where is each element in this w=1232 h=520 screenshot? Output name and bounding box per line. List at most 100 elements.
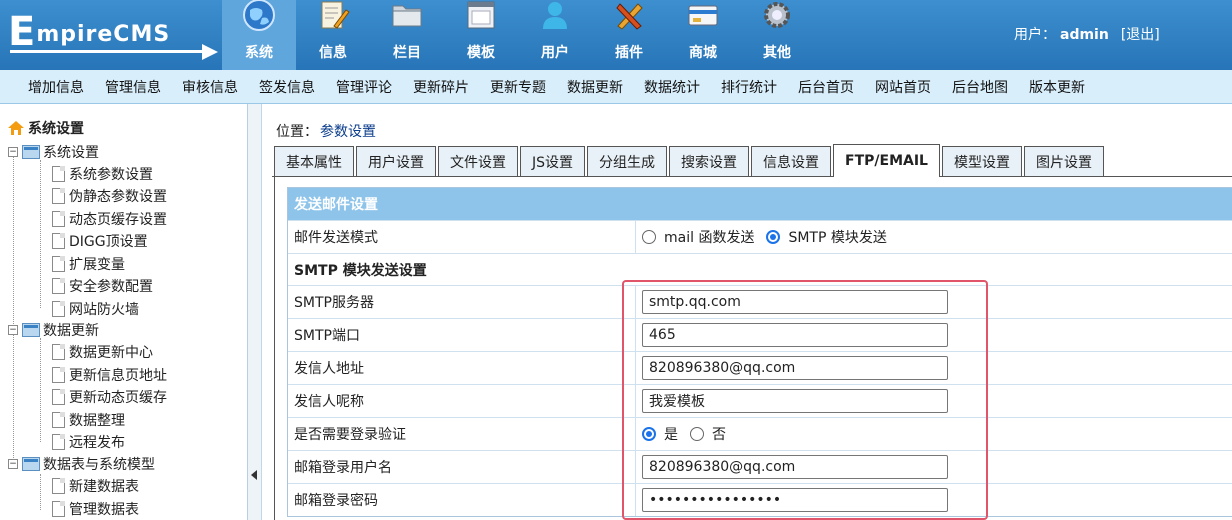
- tab-group-gen[interactable]: 分组生成: [587, 146, 668, 176]
- settings-tabs: 基本属性 用户设置 文件设置 JS设置 分组生成 搜索设置 信息设置 FTP/E…: [274, 144, 1106, 177]
- collapse-toggle-icon[interactable]: −: [8, 325, 18, 335]
- tab-image[interactable]: 图片设置: [1023, 146, 1104, 176]
- tree-item-update-center[interactable]: 数据更新中心: [52, 342, 153, 362]
- card-icon: [686, 0, 720, 32]
- submenu-data-update[interactable]: 数据更新: [567, 77, 623, 97]
- tree-folder-data-tables[interactable]: − 数据表与系统模型: [8, 454, 155, 474]
- home-icon: [8, 121, 24, 135]
- smtp-server-row: SMTP服务器 smtp.qq.com: [288, 285, 1232, 318]
- submenu-manage-comments[interactable]: 管理评论: [336, 77, 392, 97]
- folder-icon: [390, 0, 424, 32]
- sidebar-collapse-bar[interactable]: [248, 104, 262, 520]
- mail-username-row: 邮箱登录用户名 820896380@qq.com: [288, 450, 1232, 483]
- document-icon: [52, 256, 65, 272]
- gear-icon: [760, 0, 794, 32]
- user-icon: [538, 0, 572, 32]
- sender-nickname-input[interactable]: 我爱模板: [642, 389, 948, 413]
- tree-item-data-tidy[interactable]: 数据整理: [52, 410, 125, 430]
- auth-yes-radio[interactable]: [642, 427, 656, 441]
- tab-user[interactable]: 用户设置: [356, 146, 436, 176]
- empirecms-logo[interactable]: EmpireCMS: [8, 10, 218, 60]
- folder-window-icon: [22, 323, 40, 337]
- breadcrumb-current[interactable]: 参数设置: [320, 124, 376, 140]
- tree-root[interactable]: 系统设置: [8, 118, 84, 138]
- tree-item-new-table[interactable]: 新建数据表: [52, 476, 139, 496]
- document-icon: [52, 278, 65, 294]
- mail-password-row: 邮箱登录密码 ••••••••••••••••: [288, 483, 1232, 516]
- nav-template[interactable]: 模板: [444, 0, 518, 70]
- tree-item-digg-settings[interactable]: DIGG顶设置: [52, 231, 148, 251]
- nav-shop[interactable]: 商城: [666, 0, 740, 70]
- username: admin: [1060, 27, 1109, 43]
- document-icon: [52, 344, 65, 360]
- document-icon: [52, 434, 65, 450]
- tab-search[interactable]: 搜索设置: [669, 146, 750, 176]
- smtp-module-radio[interactable]: [766, 230, 781, 244]
- submenu-rank-stats[interactable]: 排行统计: [721, 77, 777, 97]
- tree-folder-system-settings[interactable]: − 系统设置: [8, 142, 99, 162]
- submenu-admin-home[interactable]: 后台首页: [798, 77, 854, 97]
- sender-address-input[interactable]: 820896380@qq.com: [642, 356, 948, 380]
- tree-folder-data-update[interactable]: − 数据更新: [8, 320, 99, 340]
- document-icon: [52, 367, 65, 383]
- smtp-server-input[interactable]: smtp.qq.com: [642, 290, 948, 314]
- collapse-toggle-icon[interactable]: −: [8, 459, 18, 469]
- nav-other[interactable]: 其他: [740, 0, 814, 70]
- collapse-arrow-icon[interactable]: [251, 470, 257, 480]
- auth-row: 是否需要登录验证 是 否: [288, 417, 1232, 450]
- document-icon: [52, 301, 65, 317]
- submenu-manage-info[interactable]: 管理信息: [105, 77, 161, 97]
- tree-item-manage-tables[interactable]: 管理数据表: [52, 499, 139, 519]
- tree-item-update-dynamic-cache[interactable]: 更新动态页缓存: [52, 387, 167, 407]
- nav-user[interactable]: 用户: [518, 0, 592, 70]
- submenu-add-info[interactable]: 增加信息: [28, 77, 84, 97]
- submenu-data-stats[interactable]: 数据统计: [644, 77, 700, 97]
- sub-menu: 增加信息 管理信息 审核信息 签发信息 管理评论 更新碎片 更新专题 数据更新 …: [0, 70, 1232, 104]
- tree-item-update-info-url[interactable]: 更新信息页地址: [52, 365, 167, 385]
- document-icon: [52, 211, 65, 227]
- logo-text: mpireCMS: [36, 22, 171, 47]
- nav-column[interactable]: 栏目: [370, 0, 444, 70]
- tab-js[interactable]: JS设置: [520, 146, 586, 176]
- submenu-site-home[interactable]: 网站首页: [875, 77, 931, 97]
- folder-window-icon: [22, 145, 40, 159]
- globe-icon: [242, 0, 276, 32]
- tree-item-firewall[interactable]: 网站防火墙: [52, 299, 139, 319]
- top-header: EmpireCMS 系统 信息 栏目 模板 用户 插件 商城 其他 用户： ad…: [0, 0, 1232, 70]
- submenu-sign-info[interactable]: 签发信息: [259, 77, 315, 97]
- tree-item-rewrite-params[interactable]: 伪静态参数设置: [52, 186, 167, 206]
- mail-password-input[interactable]: ••••••••••••••••: [642, 488, 948, 512]
- tree-item-security-params[interactable]: 安全参数配置: [52, 276, 153, 296]
- mail-username-input[interactable]: 820896380@qq.com: [642, 455, 948, 479]
- tab-ftp-email[interactable]: FTP/EMAIL: [833, 144, 940, 177]
- smtp-port-input[interactable]: 465: [642, 323, 948, 347]
- nav-system[interactable]: 系统: [222, 0, 296, 70]
- submenu-update-topics[interactable]: 更新专题: [490, 77, 546, 97]
- nav-info[interactable]: 信息: [296, 0, 370, 70]
- collapse-toggle-icon[interactable]: −: [8, 147, 18, 157]
- folder-window-icon: [22, 457, 40, 471]
- submenu-review-info[interactable]: 审核信息: [182, 77, 238, 97]
- nav-plugin[interactable]: 插件: [592, 0, 666, 70]
- submenu-admin-map[interactable]: 后台地图: [952, 77, 1008, 97]
- auth-no-radio[interactable]: [690, 427, 704, 441]
- document-icon: [52, 389, 65, 405]
- tab-file[interactable]: 文件设置: [438, 146, 518, 176]
- sidebar-tree: 系统设置 − 系统设置 系统参数设置 伪静态参数设置 动态页缓存设置 DIGG顶…: [0, 104, 248, 520]
- tree-item-remote-publish[interactable]: 远程发布: [52, 432, 125, 452]
- document-icon: [52, 166, 65, 182]
- tab-basic[interactable]: 基本属性: [274, 146, 354, 176]
- tab-model[interactable]: 模型设置: [941, 146, 1022, 176]
- logout-link[interactable]: [退出]: [1121, 27, 1160, 43]
- mail-function-radio[interactable]: [642, 230, 656, 244]
- tree-item-extend-vars[interactable]: 扩展变量: [52, 254, 125, 274]
- submenu-update-fragments[interactable]: 更新碎片: [413, 77, 469, 97]
- submenu-version-update[interactable]: 版本更新: [1029, 77, 1085, 97]
- tree-item-system-params[interactable]: 系统参数设置: [52, 164, 153, 184]
- plugin-icon: [612, 0, 646, 32]
- tab-info[interactable]: 信息设置: [751, 146, 832, 176]
- document-icon: [52, 188, 65, 204]
- tree-item-dynamic-cache[interactable]: 动态页缓存设置: [52, 209, 167, 229]
- smtp-port-row: SMTP端口 465: [288, 318, 1232, 351]
- email-settings-form: 发送邮件设置 邮件发送模式 mail 函数发送 SMTP 模块发送 SMTP 模…: [287, 187, 1232, 517]
